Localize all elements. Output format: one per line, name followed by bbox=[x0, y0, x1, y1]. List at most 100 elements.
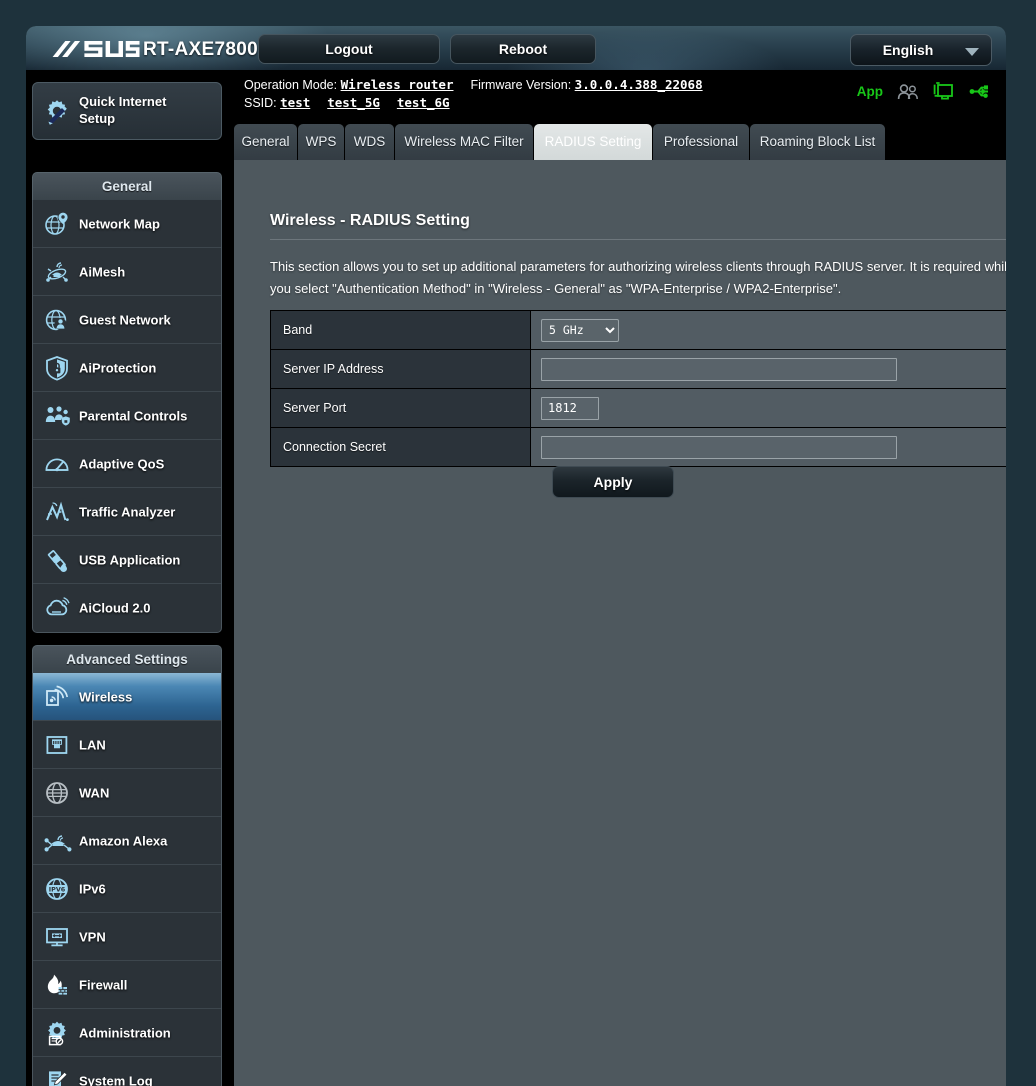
connection-secret-label: Connection Secret bbox=[271, 428, 531, 466]
reboot-button[interactable]: Reboot bbox=[450, 34, 596, 64]
firmware-version-label: Firmware Version: bbox=[470, 78, 571, 92]
server-ip-address-label: Server IP Address bbox=[271, 350, 531, 388]
sidebar-item-guest-network[interactable]: Guest Network bbox=[33, 296, 221, 344]
router-model-name: RT-AXE7800 bbox=[143, 39, 258, 61]
network-monitor-icon[interactable] bbox=[933, 82, 955, 101]
wireless-icon bbox=[44, 684, 70, 710]
sidebar-item-aimesh[interactable]: AiMesh bbox=[33, 248, 221, 296]
clients-group-icon[interactable] bbox=[897, 83, 919, 101]
tab-roaming-block-list[interactable]: Roaming Block List bbox=[750, 124, 885, 160]
lan-port-icon bbox=[44, 732, 70, 758]
page-description: This section allows you to set up additi… bbox=[270, 256, 1006, 300]
server-port-input[interactable] bbox=[541, 397, 599, 420]
title-divider bbox=[270, 239, 1006, 240]
band-field: 2.4 GHz 5 GHz 6 GHz bbox=[531, 311, 1006, 349]
wireless-tab-bar: General WPS WDS Wireless MAC Filter RADI… bbox=[234, 120, 1006, 160]
form-row-connection-secret: Connection Secret bbox=[271, 428, 1006, 467]
quick-internet-setup-button[interactable]: Quick Internet Setup bbox=[32, 82, 222, 140]
server-port-field bbox=[531, 389, 1006, 427]
sidebar-item-label: VPN bbox=[79, 929, 106, 944]
firmware-version-value[interactable]: 3.0.0.4.388_22068 bbox=[575, 77, 703, 92]
logout-button[interactable]: Logout bbox=[258, 34, 440, 64]
sidebar-item-label: AiCloud 2.0 bbox=[79, 601, 151, 616]
usb-icon[interactable] bbox=[969, 83, 992, 100]
sidebar-item-label: Firewall bbox=[79, 977, 127, 992]
sidebar-item-wan[interactable]: WAN bbox=[33, 769, 221, 817]
content-panel: Wireless - RADIUS Setting This section a… bbox=[234, 160, 1006, 1086]
quick-internet-setup-icon bbox=[43, 97, 71, 130]
server-ip-address-input[interactable] bbox=[541, 358, 897, 381]
sidebar-item-adaptive-qos[interactable]: Adaptive QoS bbox=[33, 440, 221, 488]
tab-general[interactable]: General bbox=[234, 124, 297, 160]
operation-mode-label: Operation Mode: bbox=[244, 78, 337, 92]
sidebar-section-general-header: General bbox=[32, 172, 222, 200]
sidebar-item-label: WAN bbox=[79, 785, 109, 800]
form-row-band: Band 2.4 GHz 5 GHz 6 GHz bbox=[271, 311, 1006, 350]
sidebar-item-aicloud[interactable]: AiCloud 2.0 bbox=[33, 584, 221, 632]
header-icon-row: App bbox=[857, 82, 992, 101]
sidebar-item-network-map[interactable]: Network Map bbox=[33, 200, 221, 248]
ipv6-icon: IPV6 bbox=[44, 876, 70, 902]
ssid-value-24g[interactable]: test bbox=[280, 95, 310, 110]
amazon-alexa-icon bbox=[44, 828, 72, 854]
tab-wireless-mac-filter[interactable]: Wireless MAC Filter bbox=[395, 124, 533, 160]
guest-network-icon bbox=[44, 307, 70, 333]
sidebar-item-label: AiProtection bbox=[79, 360, 156, 375]
tab-wds[interactable]: WDS bbox=[345, 124, 394, 160]
connection-secret-field bbox=[531, 428, 1006, 466]
sidebar-item-label: Administration bbox=[79, 1025, 171, 1040]
page-title: Wireless - RADIUS Setting bbox=[270, 212, 470, 230]
sidebar-item-label: Guest Network bbox=[79, 312, 171, 327]
ssid-label: SSID: bbox=[244, 96, 277, 110]
sidebar-item-label: Adaptive QoS bbox=[79, 456, 164, 471]
aimesh-icon bbox=[44, 259, 70, 285]
form-row-server-ip-address: Server IP Address bbox=[271, 350, 1006, 389]
connection-secret-input[interactable] bbox=[541, 436, 897, 459]
sidebar-item-ipv6[interactable]: IPV6 IPv6 bbox=[33, 865, 221, 913]
sidebar-item-lan[interactable]: LAN bbox=[33, 721, 221, 769]
band-select[interactable]: 2.4 GHz 5 GHz 6 GHz bbox=[541, 319, 619, 342]
apply-button[interactable]: Apply bbox=[552, 466, 674, 498]
tab-wps[interactable]: WPS bbox=[298, 124, 344, 160]
sidebar-item-traffic-analyzer[interactable]: Traffic Analyzer bbox=[33, 488, 221, 536]
sidebar-item-label: USB Application bbox=[79, 552, 180, 567]
sidebar-item-aiprotection[interactable]: AiProtection bbox=[33, 344, 221, 392]
sidebar-item-firewall[interactable]: Firewall bbox=[33, 961, 221, 1009]
app-link[interactable]: App bbox=[857, 84, 883, 99]
sidebar-item-system-log[interactable]: System Log bbox=[33, 1057, 221, 1086]
svg-text:IPV6: IPV6 bbox=[49, 885, 66, 893]
sidebar-item-label: Amazon Alexa bbox=[79, 833, 167, 848]
sidebar-item-administration[interactable]: Administration bbox=[33, 1009, 221, 1057]
usb-application-icon bbox=[44, 547, 70, 573]
band-label: Band bbox=[271, 311, 531, 349]
language-selector[interactable]: English bbox=[850, 34, 992, 66]
traffic-analyzer-icon bbox=[44, 499, 70, 525]
network-map-icon bbox=[44, 211, 70, 237]
status-info-strip: Operation Mode: Wireless router Firmware… bbox=[234, 70, 1006, 120]
sidebar-item-usb-application[interactable]: USB Application bbox=[33, 536, 221, 584]
sidebar-item-label: Network Map bbox=[79, 216, 160, 231]
tab-radius-setting[interactable]: RADIUS Setting bbox=[534, 124, 652, 160]
sidebar-item-label: Wireless bbox=[79, 689, 132, 704]
vpn-monitor-icon bbox=[44, 924, 70, 950]
language-selector-value: English bbox=[851, 42, 965, 58]
sidebar-item-label: Traffic Analyzer bbox=[79, 504, 175, 519]
server-ip-address-field bbox=[531, 350, 1006, 388]
sidebar-item-label: AiMesh bbox=[79, 264, 125, 279]
sidebar-item-label: Parental Controls bbox=[79, 408, 187, 423]
radius-settings-form: Band 2.4 GHz 5 GHz 6 GHz Server IP Addre… bbox=[270, 310, 1006, 467]
sidebar-item-wireless[interactable]: Wireless bbox=[33, 673, 221, 721]
tab-professional[interactable]: Professional bbox=[653, 124, 749, 160]
administration-gear-icon bbox=[44, 1020, 70, 1046]
globe-icon bbox=[44, 780, 70, 806]
sidebar: Quick Internet Setup General Networ bbox=[26, 70, 234, 1086]
asus-wordmark-icon bbox=[50, 39, 139, 59]
sidebar-item-amazon-alexa[interactable]: Amazon Alexa bbox=[33, 817, 221, 865]
ssid-value-5g[interactable]: test_5G bbox=[327, 95, 380, 110]
operation-mode-value[interactable]: Wireless router bbox=[341, 77, 454, 92]
sidebar-item-vpn[interactable]: VPN bbox=[33, 913, 221, 961]
sidebar-section-advanced-header: Advanced Settings bbox=[32, 645, 222, 673]
form-row-server-port: Server Port bbox=[271, 389, 1006, 428]
ssid-value-6g[interactable]: test_6G bbox=[397, 95, 450, 110]
sidebar-item-parental-controls[interactable]: Parental Controls bbox=[33, 392, 221, 440]
